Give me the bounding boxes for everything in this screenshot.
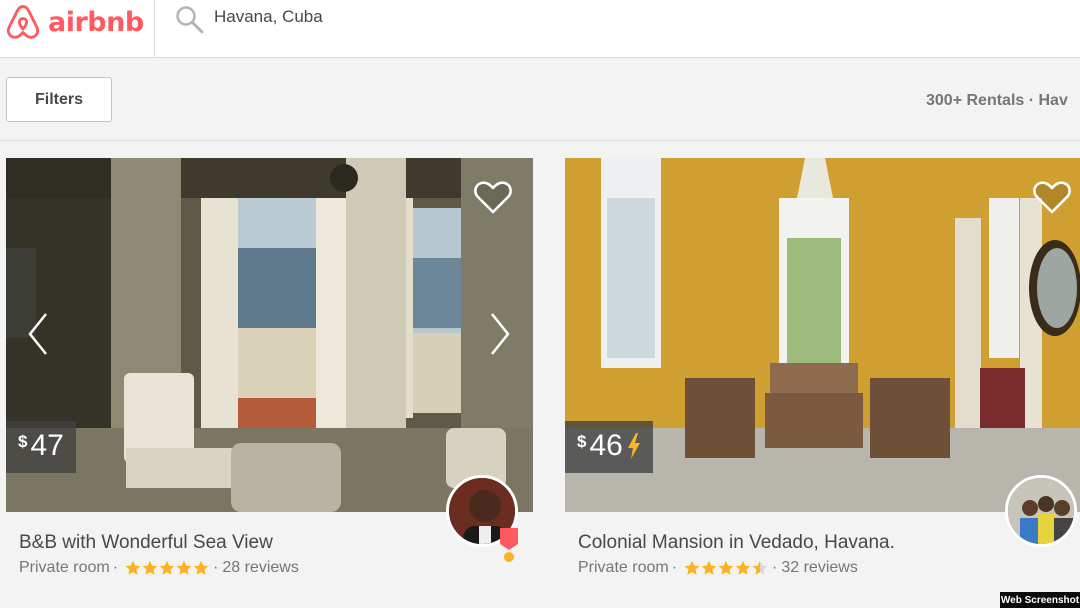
header-divider [154, 0, 155, 58]
next-photo-arrow-icon[interactable] [486, 310, 514, 358]
star-full-icon [159, 560, 175, 575]
review-count[interactable]: 28 reviews [222, 559, 298, 577]
star-rating [125, 560, 209, 576]
room-sea-view-image [6, 158, 533, 512]
star-full-icon [193, 560, 209, 575]
listing-card[interactable]: $ 47 B&B with Wonderful Sea View Private… [6, 158, 533, 576]
star-full-icon [718, 560, 734, 575]
room-type: Private room [578, 559, 669, 576]
meta-separator: · [772, 559, 778, 576]
room-type: Private room [19, 559, 110, 576]
listing-card[interactable]: $ 46 Colonial Mansion in Vedado, Havana.… [565, 158, 1080, 576]
listing-meta: Private room · · 28 reviews [19, 559, 299, 577]
star-full-icon [176, 560, 192, 575]
previous-photo-arrow-icon[interactable] [24, 310, 52, 358]
star-rating [684, 560, 768, 576]
rentals-count: 300+ Rentals · Hav [926, 92, 1068, 109]
price-currency: $ [18, 432, 28, 451]
wishlist-heart-icon[interactable] [1031, 176, 1073, 218]
price-tag: $ 47 [6, 421, 76, 473]
superhost-badge-icon [500, 528, 518, 562]
price-amount: 46 [589, 429, 623, 462]
filters-bar: Filters 300+ Rentals · Hav [0, 58, 1080, 141]
star-full-icon [701, 560, 717, 575]
star-full-icon [142, 560, 158, 575]
star-full-icon [125, 560, 141, 575]
star-full-icon [684, 560, 700, 575]
star-full-icon [735, 560, 751, 575]
airbnb-belo-icon [6, 5, 40, 39]
listing-meta: Private room · · 32 reviews [578, 559, 858, 577]
listing-photo[interactable]: $ 46 [565, 158, 1080, 512]
listing-title[interactable]: B&B with Wonderful Sea View [19, 532, 273, 554]
filters-button[interactable]: Filters [6, 77, 112, 122]
watermark-label: Web Screenshot [1000, 592, 1080, 608]
meta-separator: · [671, 559, 678, 576]
brand-name: airbnb [48, 6, 144, 38]
host-photo [1008, 478, 1074, 544]
star-half-icon [752, 560, 768, 575]
search-input[interactable] [214, 6, 814, 28]
meta-separator: · [112, 559, 119, 576]
airbnb-logo[interactable]: airbnb [4, 0, 144, 44]
review-count[interactable]: 32 reviews [781, 559, 857, 577]
wishlist-heart-icon[interactable] [472, 176, 514, 218]
listing-photo[interactable]: $ 47 [6, 158, 533, 512]
listing-title[interactable]: Colonial Mansion in Vedado, Havana. [578, 532, 895, 554]
search-icon [176, 6, 204, 34]
instant-book-bolt-icon [627, 433, 640, 459]
price-tag: $ 46 [565, 421, 653, 473]
host-avatar[interactable] [1005, 475, 1077, 547]
price-currency: $ [577, 432, 587, 451]
top-header: airbnb [0, 0, 1080, 58]
price-amount: 47 [30, 429, 64, 462]
meta-separator: · [213, 559, 219, 576]
